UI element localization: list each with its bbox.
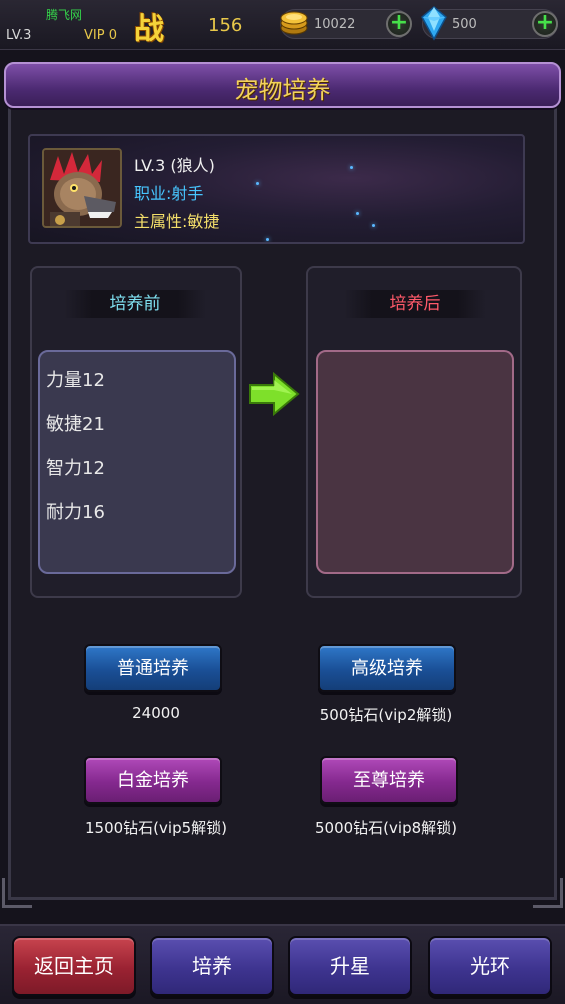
platinum-training-button[interactable]: 白金培养 [84, 756, 222, 804]
normal-training-cost: 24000 [132, 704, 180, 722]
gem-amount: 500 [452, 17, 477, 32]
frame-corner-left [2, 878, 32, 908]
title-banner: 宠物培养 [4, 62, 561, 108]
advanced-training-button[interactable]: 高级培养 [318, 644, 456, 692]
before-stats-box: 力量12 敏捷21 智力12 耐力16 [38, 350, 236, 574]
add-gem-button[interactable]: + [532, 11, 558, 37]
after-panel: 培养后 [306, 266, 522, 598]
normal-training-button[interactable]: 普通培养 [84, 644, 222, 692]
arrow-right-icon [249, 372, 300, 416]
stat-stamina: 耐力16 [46, 502, 105, 523]
gold-amount: 10022 [314, 17, 356, 32]
after-label: 培养后 [344, 290, 486, 318]
nav-train-button[interactable]: 培养 [150, 936, 274, 996]
after-stats-box [316, 350, 514, 574]
nav-star-up-button[interactable]: 升星 [288, 936, 412, 996]
nav-aura-button[interactable]: 光环 [428, 936, 552, 996]
stat-strength: 力量12 [46, 370, 105, 391]
battle-power-icon: 战 [134, 12, 164, 47]
gem-icon [421, 6, 447, 41]
sparkle [266, 238, 269, 241]
frame-corner-right [533, 878, 563, 908]
pet-job: 职业:射手 [134, 184, 204, 203]
supreme-training-button[interactable]: 至尊培养 [320, 756, 458, 804]
pet-avatar[interactable] [42, 148, 122, 228]
before-label: 培养前 [64, 290, 206, 318]
brand-watermark: 腾飞网 [46, 8, 83, 22]
sparkle [350, 166, 353, 169]
stat-agility: 敏捷21 [46, 414, 105, 435]
sparkle [372, 224, 375, 227]
pet-info-card: LV.3 (狼人) 职业:射手 主属性:敏捷 [28, 134, 525, 244]
pet-main-attribute: 主属性:敏捷 [134, 212, 220, 231]
platinum-training-cost: 1500钻石(vip5解锁) [85, 819, 227, 837]
advanced-training-cost: 500钻石(vip2解锁) [319, 706, 453, 724]
before-panel: 培养前 力量12 敏捷21 智力12 耐力16 [30, 266, 242, 598]
player-level: LV.3 [6, 28, 32, 43]
pet-level: LV.3 (狼人) [134, 156, 215, 175]
sparkle [256, 182, 259, 185]
add-gold-button[interactable]: + [386, 11, 412, 37]
bottom-nav: 返回主页 培养 升星 光环 [0, 924, 565, 1004]
stat-intelligence: 智力12 [46, 458, 105, 479]
sparkle [356, 212, 359, 215]
werewolf-portrait-icon [44, 150, 120, 226]
back-home-button[interactable]: 返回主页 [12, 936, 136, 996]
top-status-bar: 腾飞网 LV.3 VIP 0 战 156 10022 + 500 + [0, 0, 565, 50]
page-title: 宠物培养 [234, 76, 331, 104]
supreme-training-cost: 5000钻石(vip8解锁) [315, 819, 457, 837]
coin-icon [280, 11, 308, 35]
battle-power-value: 156 [208, 15, 243, 36]
vip-level[interactable]: VIP 0 [84, 28, 117, 43]
